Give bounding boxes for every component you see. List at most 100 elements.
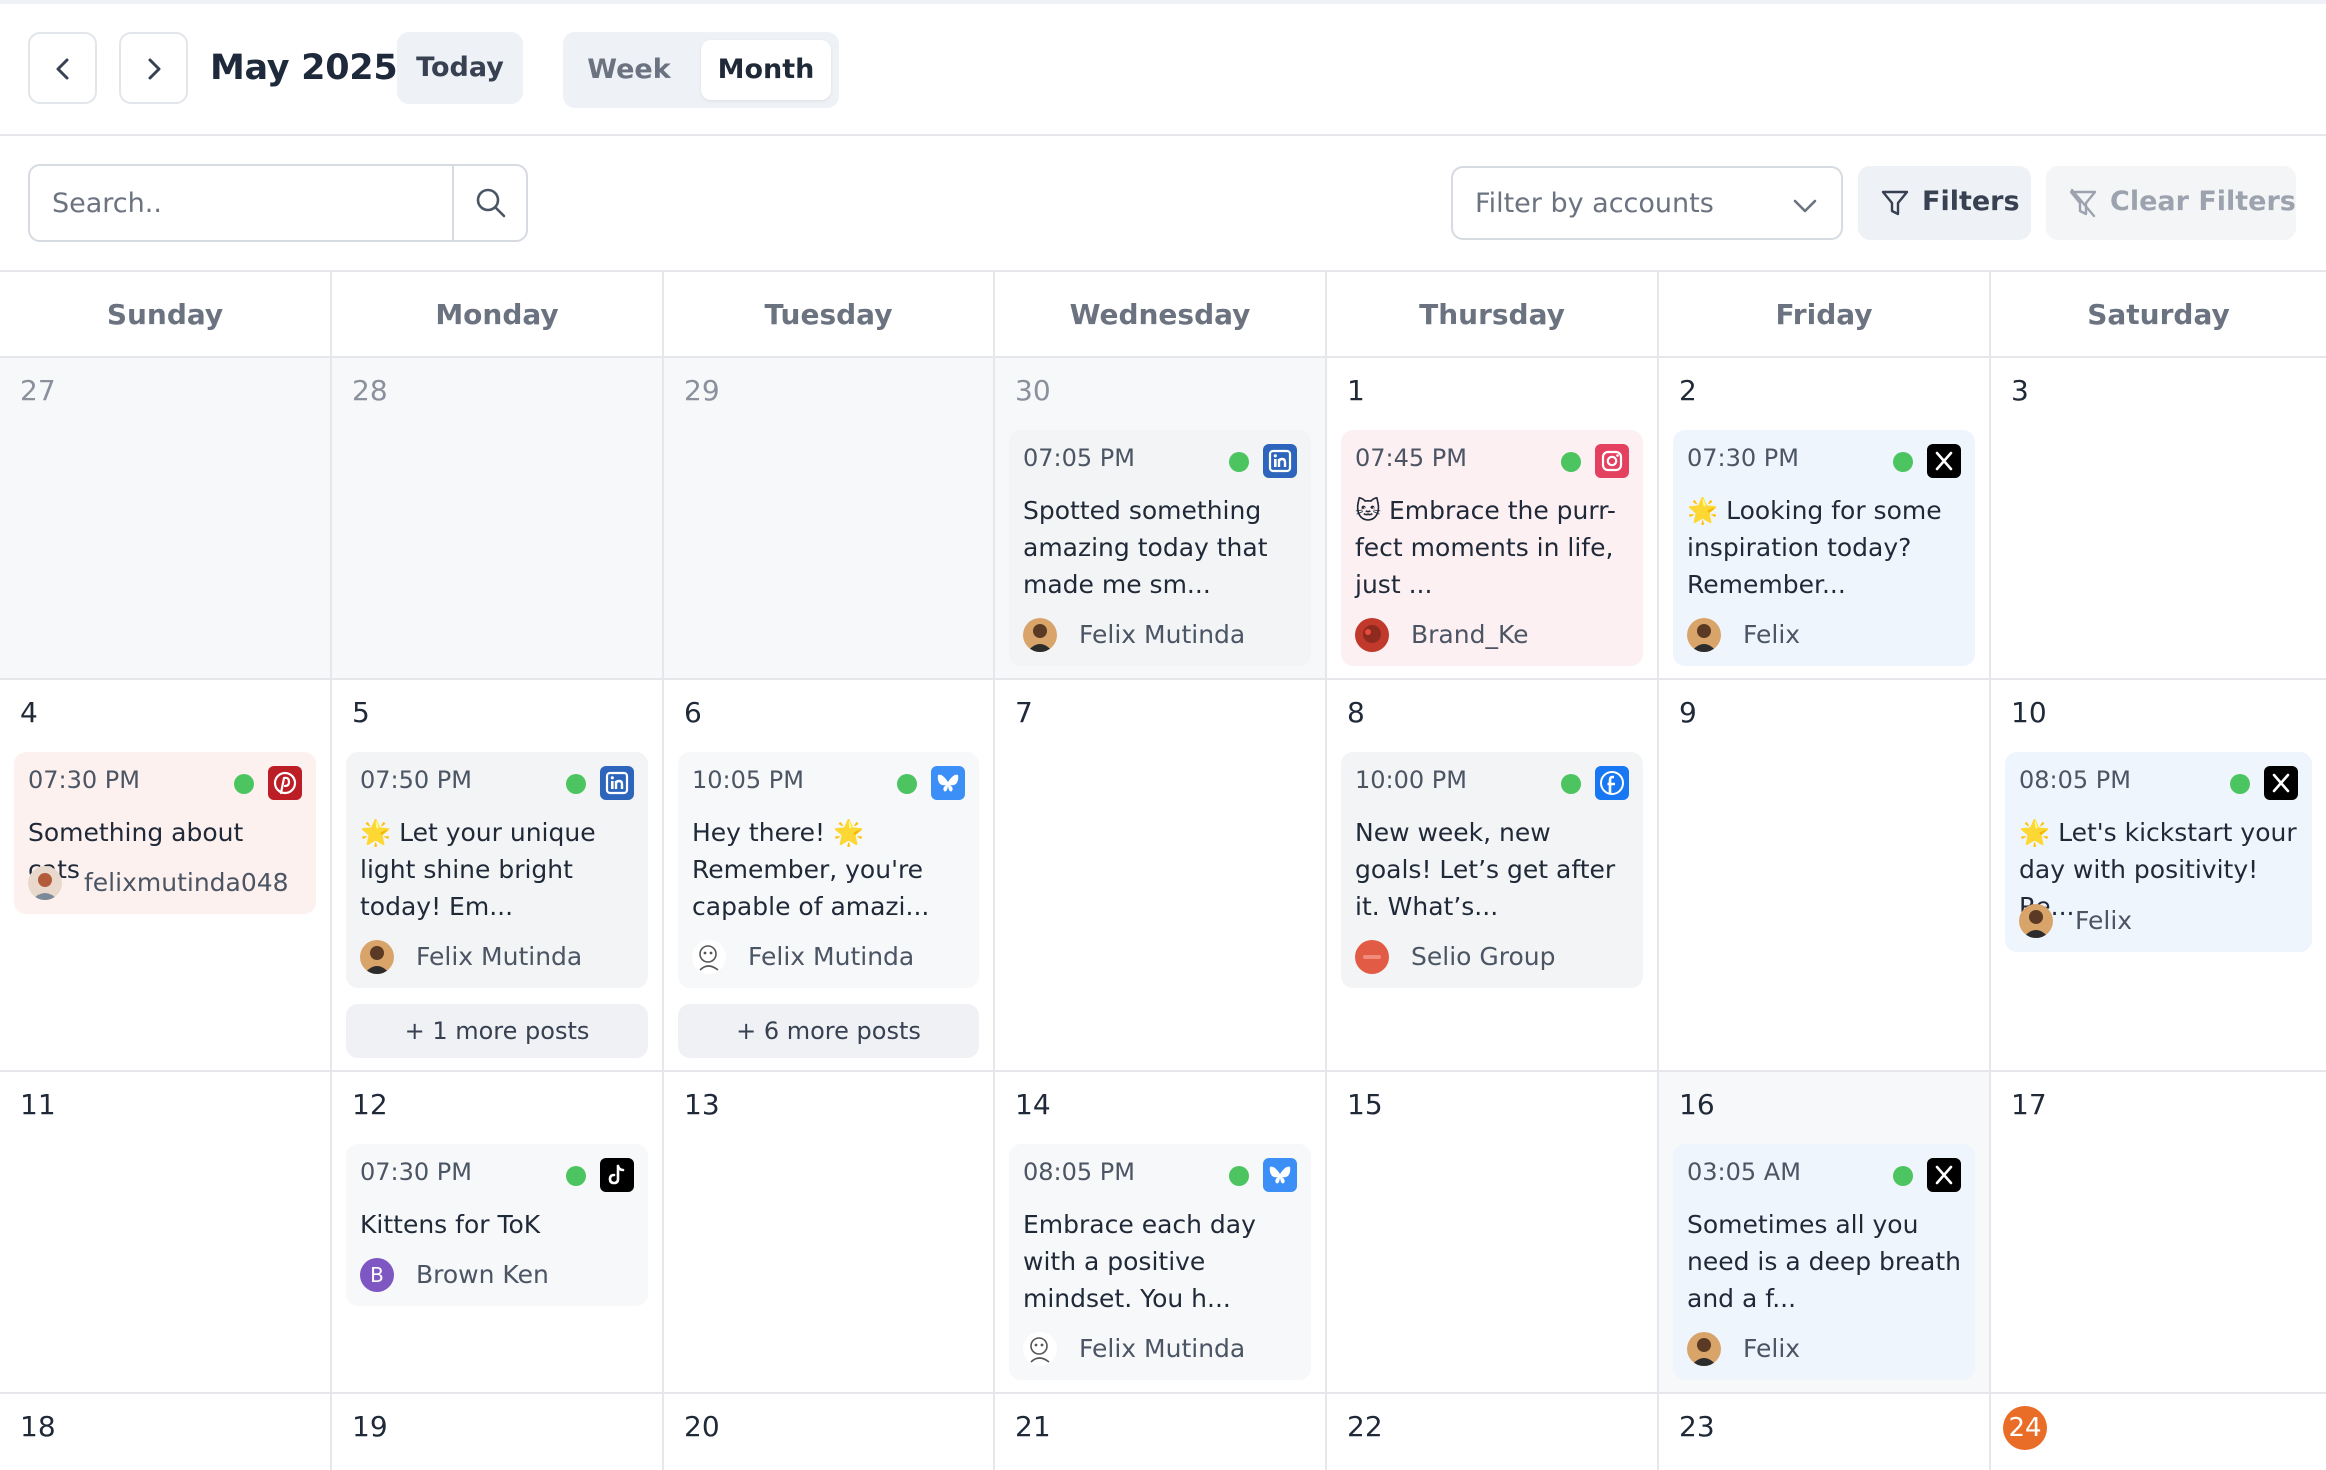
more-posts-button[interactable]: + 6 more posts bbox=[678, 1004, 979, 1058]
day-cell[interactable]: 12 07:30 PM Kittens for ToK B Brown Ken bbox=[332, 1072, 664, 1392]
day-cell[interactable]: 5 07:50 PM 🌟 Let your unique light shine… bbox=[332, 680, 664, 1070]
day-number: 21 bbox=[1015, 1410, 1051, 1443]
avatar bbox=[1687, 618, 1721, 652]
day-cell[interactable]: 4 07:30 PM Something about cats felixmut… bbox=[0, 680, 332, 1070]
day-cell[interactable]: 17 bbox=[1991, 1072, 2326, 1392]
day-cell[interactable]: 18 bbox=[0, 1394, 332, 1470]
day-cell[interactable]: 15 bbox=[1327, 1072, 1659, 1392]
day-cell[interactable]: 23 bbox=[1659, 1394, 1991, 1470]
day-number: 8 bbox=[1347, 696, 1365, 729]
day-cell[interactable]: 6 10:05 PM Hey there! 🌟 Remember, you're… bbox=[664, 680, 995, 1070]
search-button[interactable] bbox=[452, 166, 526, 240]
clear-filters-label: Clear Filters bbox=[2110, 186, 2296, 217]
post-card[interactable]: 08:05 PM 🌟 Let's kickstart your day with… bbox=[2005, 752, 2312, 952]
post-card[interactable]: 07:30 PM Kittens for ToK B Brown Ken bbox=[346, 1144, 648, 1306]
avatar bbox=[1355, 940, 1389, 974]
pinterest-icon bbox=[268, 766, 302, 800]
author-name: Felix bbox=[1743, 620, 1801, 649]
weekday-thursday: Thursday bbox=[1327, 272, 1659, 358]
day-number: 5 bbox=[352, 696, 370, 729]
avatar bbox=[1687, 1332, 1721, 1366]
day-cell[interactable]: 28 bbox=[332, 358, 664, 678]
chevron-down-icon bbox=[1793, 199, 1817, 213]
view-month-button[interactable]: Month bbox=[701, 40, 831, 100]
day-cell[interactable]: 1 07:45 PM 🐱 Embrace the purr-fect momen… bbox=[1327, 358, 1659, 678]
more-posts-button[interactable]: + 1 more posts bbox=[346, 1004, 648, 1058]
day-cell[interactable]: 7 bbox=[995, 680, 1327, 1070]
bluesky-icon bbox=[931, 766, 965, 800]
avatar bbox=[1023, 618, 1057, 652]
view-week-button[interactable]: Week bbox=[571, 40, 687, 100]
post-card[interactable]: 10:00 PM New week, new goals! Let’s get … bbox=[1341, 752, 1643, 988]
author-name: Felix Mutinda bbox=[416, 942, 583, 971]
day-number: 6 bbox=[684, 696, 702, 729]
day-number: 11 bbox=[20, 1088, 56, 1121]
day-number: 23 bbox=[1679, 1410, 1715, 1443]
day-cell[interactable]: 19 bbox=[332, 1394, 664, 1470]
day-number: 13 bbox=[684, 1088, 720, 1121]
weekday-sunday: Sunday bbox=[0, 272, 332, 358]
post-card[interactable]: 08:05 PM Embrace each day with a positiv… bbox=[1009, 1144, 1311, 1380]
today-button[interactable]: Today bbox=[397, 32, 523, 104]
day-cell[interactable]: 10 08:05 PM 🌟 Let's kickstart your day w… bbox=[1991, 680, 2326, 1070]
weekday-monday: Monday bbox=[332, 272, 664, 358]
weekday-wednesday: Wednesday bbox=[995, 272, 1327, 358]
post-card[interactable]: 03:05 AM Sometimes all you need is a dee… bbox=[1673, 1144, 1975, 1380]
day-cell[interactable]: 13 bbox=[664, 1072, 995, 1392]
day-number: 18 bbox=[20, 1410, 56, 1443]
day-number: 10 bbox=[2011, 696, 2047, 729]
post-card[interactable]: 07:45 PM 🐱 Embrace the purr-fect moments… bbox=[1341, 430, 1643, 666]
post-text: New week, new goals! Let’s get after it.… bbox=[1355, 818, 1616, 921]
avatar bbox=[360, 940, 394, 974]
day-number: 16 bbox=[1679, 1088, 1715, 1121]
day-cell[interactable]: 8 10:00 PM New week, new goals! Let’s ge… bbox=[1327, 680, 1659, 1070]
day-number: 20 bbox=[684, 1410, 720, 1443]
funnel-off-icon bbox=[2069, 188, 2097, 218]
day-cell[interactable]: 20 bbox=[664, 1394, 995, 1470]
post-card[interactable]: 07:30 PM 🌟 Looking for some inspiration … bbox=[1673, 430, 1975, 666]
bluesky-icon bbox=[1263, 1158, 1297, 1192]
day-number: 4 bbox=[20, 696, 38, 729]
day-cell[interactable]: 27 bbox=[0, 358, 332, 678]
day-number: 17 bbox=[2011, 1088, 2047, 1121]
day-cell[interactable]: 14 08:05 PM Embrace each day with a posi… bbox=[995, 1072, 1327, 1392]
day-number: 2 bbox=[1679, 374, 1697, 407]
x-icon bbox=[1927, 1158, 1961, 1192]
day-cell[interactable]: 2 07:30 PM 🌟 Looking for some inspiratio… bbox=[1659, 358, 1991, 678]
next-month-button[interactable] bbox=[119, 32, 188, 104]
status-dot bbox=[1229, 452, 1249, 472]
day-cell[interactable]: 21 bbox=[995, 1394, 1327, 1470]
account-filter-select[interactable]: Filter by accounts bbox=[1451, 166, 1843, 240]
month-title: May 2025 bbox=[210, 48, 398, 88]
status-dot bbox=[2230, 774, 2250, 794]
search-icon bbox=[476, 188, 506, 218]
day-number: 29 bbox=[684, 374, 720, 407]
day-number: 12 bbox=[352, 1088, 388, 1121]
status-dot bbox=[1893, 1166, 1913, 1186]
post-card[interactable]: 07:05 PM Spotted something amazing today… bbox=[1009, 430, 1311, 666]
post-card[interactable]: 10:05 PM Hey there! 🌟 Remember, you're c… bbox=[678, 752, 979, 988]
search-input[interactable] bbox=[32, 168, 452, 238]
previous-month-button[interactable] bbox=[28, 32, 97, 104]
day-cell[interactable]: 29 bbox=[664, 358, 995, 678]
filters-button[interactable]: Filters bbox=[1858, 166, 2031, 240]
day-cell[interactable]: 9 bbox=[1659, 680, 1991, 1070]
day-cell[interactable]: 3 bbox=[1991, 358, 2326, 678]
search-box bbox=[28, 164, 528, 242]
post-card[interactable]: 07:30 PM Something about cats felixmutin… bbox=[14, 752, 316, 914]
day-cell[interactable]: 30 07:05 PM Spotted something amazing to… bbox=[995, 358, 1327, 678]
week-row: 27 28 29 30 07:05 PM Spotted something a… bbox=[0, 358, 2326, 680]
post-card[interactable]: 07:50 PM 🌟 Let your unique light shine b… bbox=[346, 752, 648, 988]
day-number: 7 bbox=[1015, 696, 1033, 729]
post-time: 07:50 PM bbox=[360, 766, 472, 794]
post-text: 🌟 Let your unique light shine bright tod… bbox=[360, 818, 596, 921]
status-dot bbox=[566, 1166, 586, 1186]
day-cell[interactable]: 11 bbox=[0, 1072, 332, 1392]
day-cell[interactable]: 24 bbox=[1991, 1394, 2326, 1470]
clear-filters-button[interactable]: Clear Filters bbox=[2046, 166, 2296, 240]
day-cell[interactable]: 16 03:05 AM Sometimes all you need is a … bbox=[1659, 1072, 1991, 1392]
day-cell[interactable]: 22 bbox=[1327, 1394, 1659, 1470]
post-text: 🌟 Let's kickstart your day with positivi… bbox=[2019, 818, 2297, 921]
instagram-icon bbox=[1595, 444, 1629, 478]
post-time: 07:30 PM bbox=[1687, 444, 1799, 472]
